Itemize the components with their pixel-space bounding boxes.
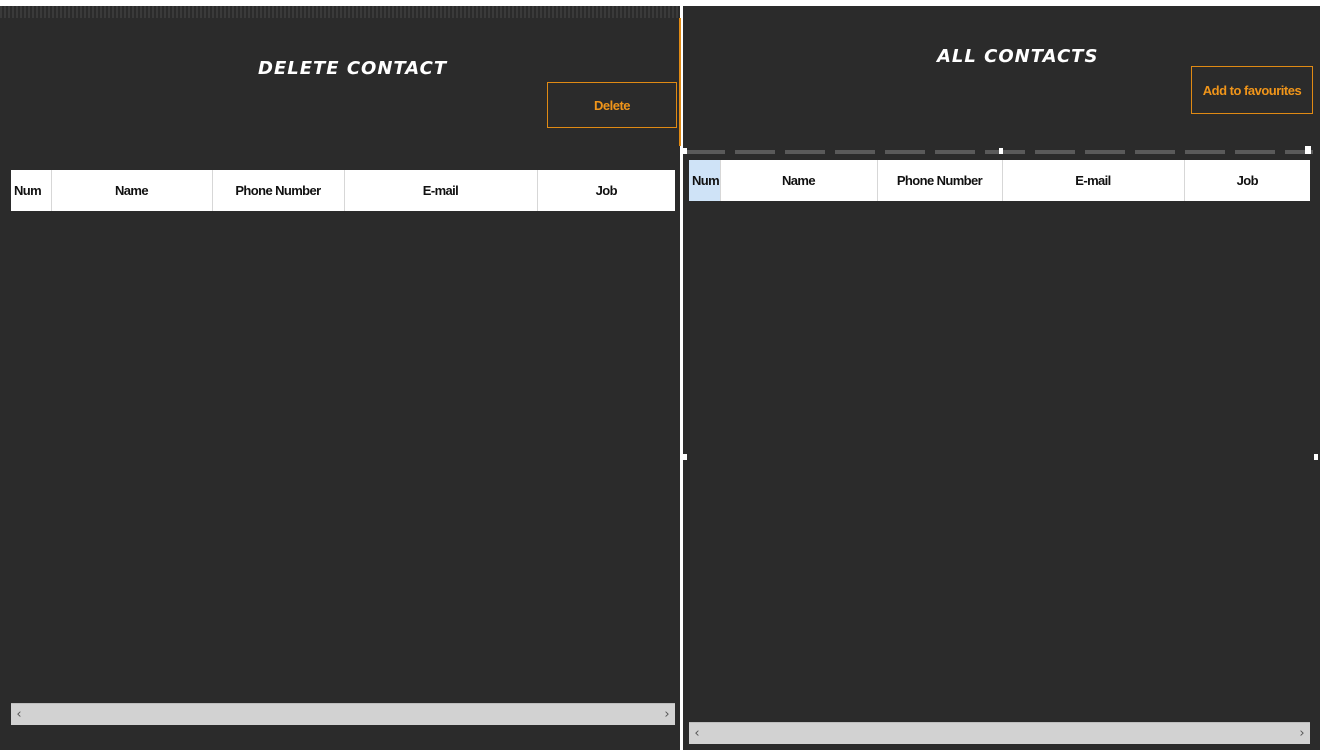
add-to-favourites-button[interactable]: Add to favourites	[1191, 66, 1313, 114]
horizontal-scrollbar[interactable]: ‹ ›	[689, 722, 1310, 744]
column-header-job[interactable]: Job	[1184, 160, 1310, 201]
scroll-right-arrow-icon[interactable]: ›	[1294, 726, 1310, 741]
delete-contact-title: Delete Contact	[258, 58, 448, 79]
column-header-phone[interactable]: Phone Number	[877, 160, 1003, 201]
column-header-num[interactable]: Num	[11, 170, 52, 211]
delete-button[interactable]: Delete	[547, 82, 677, 128]
resize-handle[interactable]	[683, 148, 687, 154]
panel-divider	[679, 18, 681, 146]
all-contacts-panel: All Contacts Add to favourites Num Name …	[683, 6, 1320, 750]
resize-handle[interactable]	[999, 148, 1003, 154]
column-header-name[interactable]: Name	[720, 160, 878, 201]
resize-handle[interactable]	[683, 454, 687, 460]
scroll-left-arrow-icon[interactable]: ‹	[11, 707, 27, 722]
column-header-num[interactable]: Num	[689, 160, 721, 201]
all-contacts-table[interactable]: Num Name Phone Number E-mail Job	[689, 160, 1310, 201]
column-header-phone[interactable]: Phone Number	[212, 170, 345, 211]
table-header-row: Num Name Phone Number E-mail Job	[689, 160, 1310, 201]
panel-top-border	[0, 6, 680, 18]
delete-contact-panel: Delete Contact Delete Num Name Phone Num…	[0, 6, 680, 750]
table-header-row: Num Name Phone Number E-mail Job	[11, 170, 675, 211]
resize-handle[interactable]	[1314, 454, 1318, 460]
column-header-email[interactable]: E-mail	[344, 170, 538, 211]
horizontal-scrollbar[interactable]: ‹ ›	[11, 703, 675, 725]
column-header-job[interactable]: Job	[537, 170, 675, 211]
column-header-name[interactable]: Name	[51, 170, 213, 211]
scroll-right-arrow-icon[interactable]: ›	[659, 707, 675, 722]
scroll-left-arrow-icon[interactable]: ‹	[689, 726, 705, 741]
column-header-email[interactable]: E-mail	[1002, 160, 1185, 201]
all-contacts-title: All Contacts	[937, 46, 1099, 67]
resize-handle[interactable]	[1305, 146, 1311, 154]
delete-contacts-table[interactable]: Num Name Phone Number E-mail Job	[11, 170, 675, 211]
